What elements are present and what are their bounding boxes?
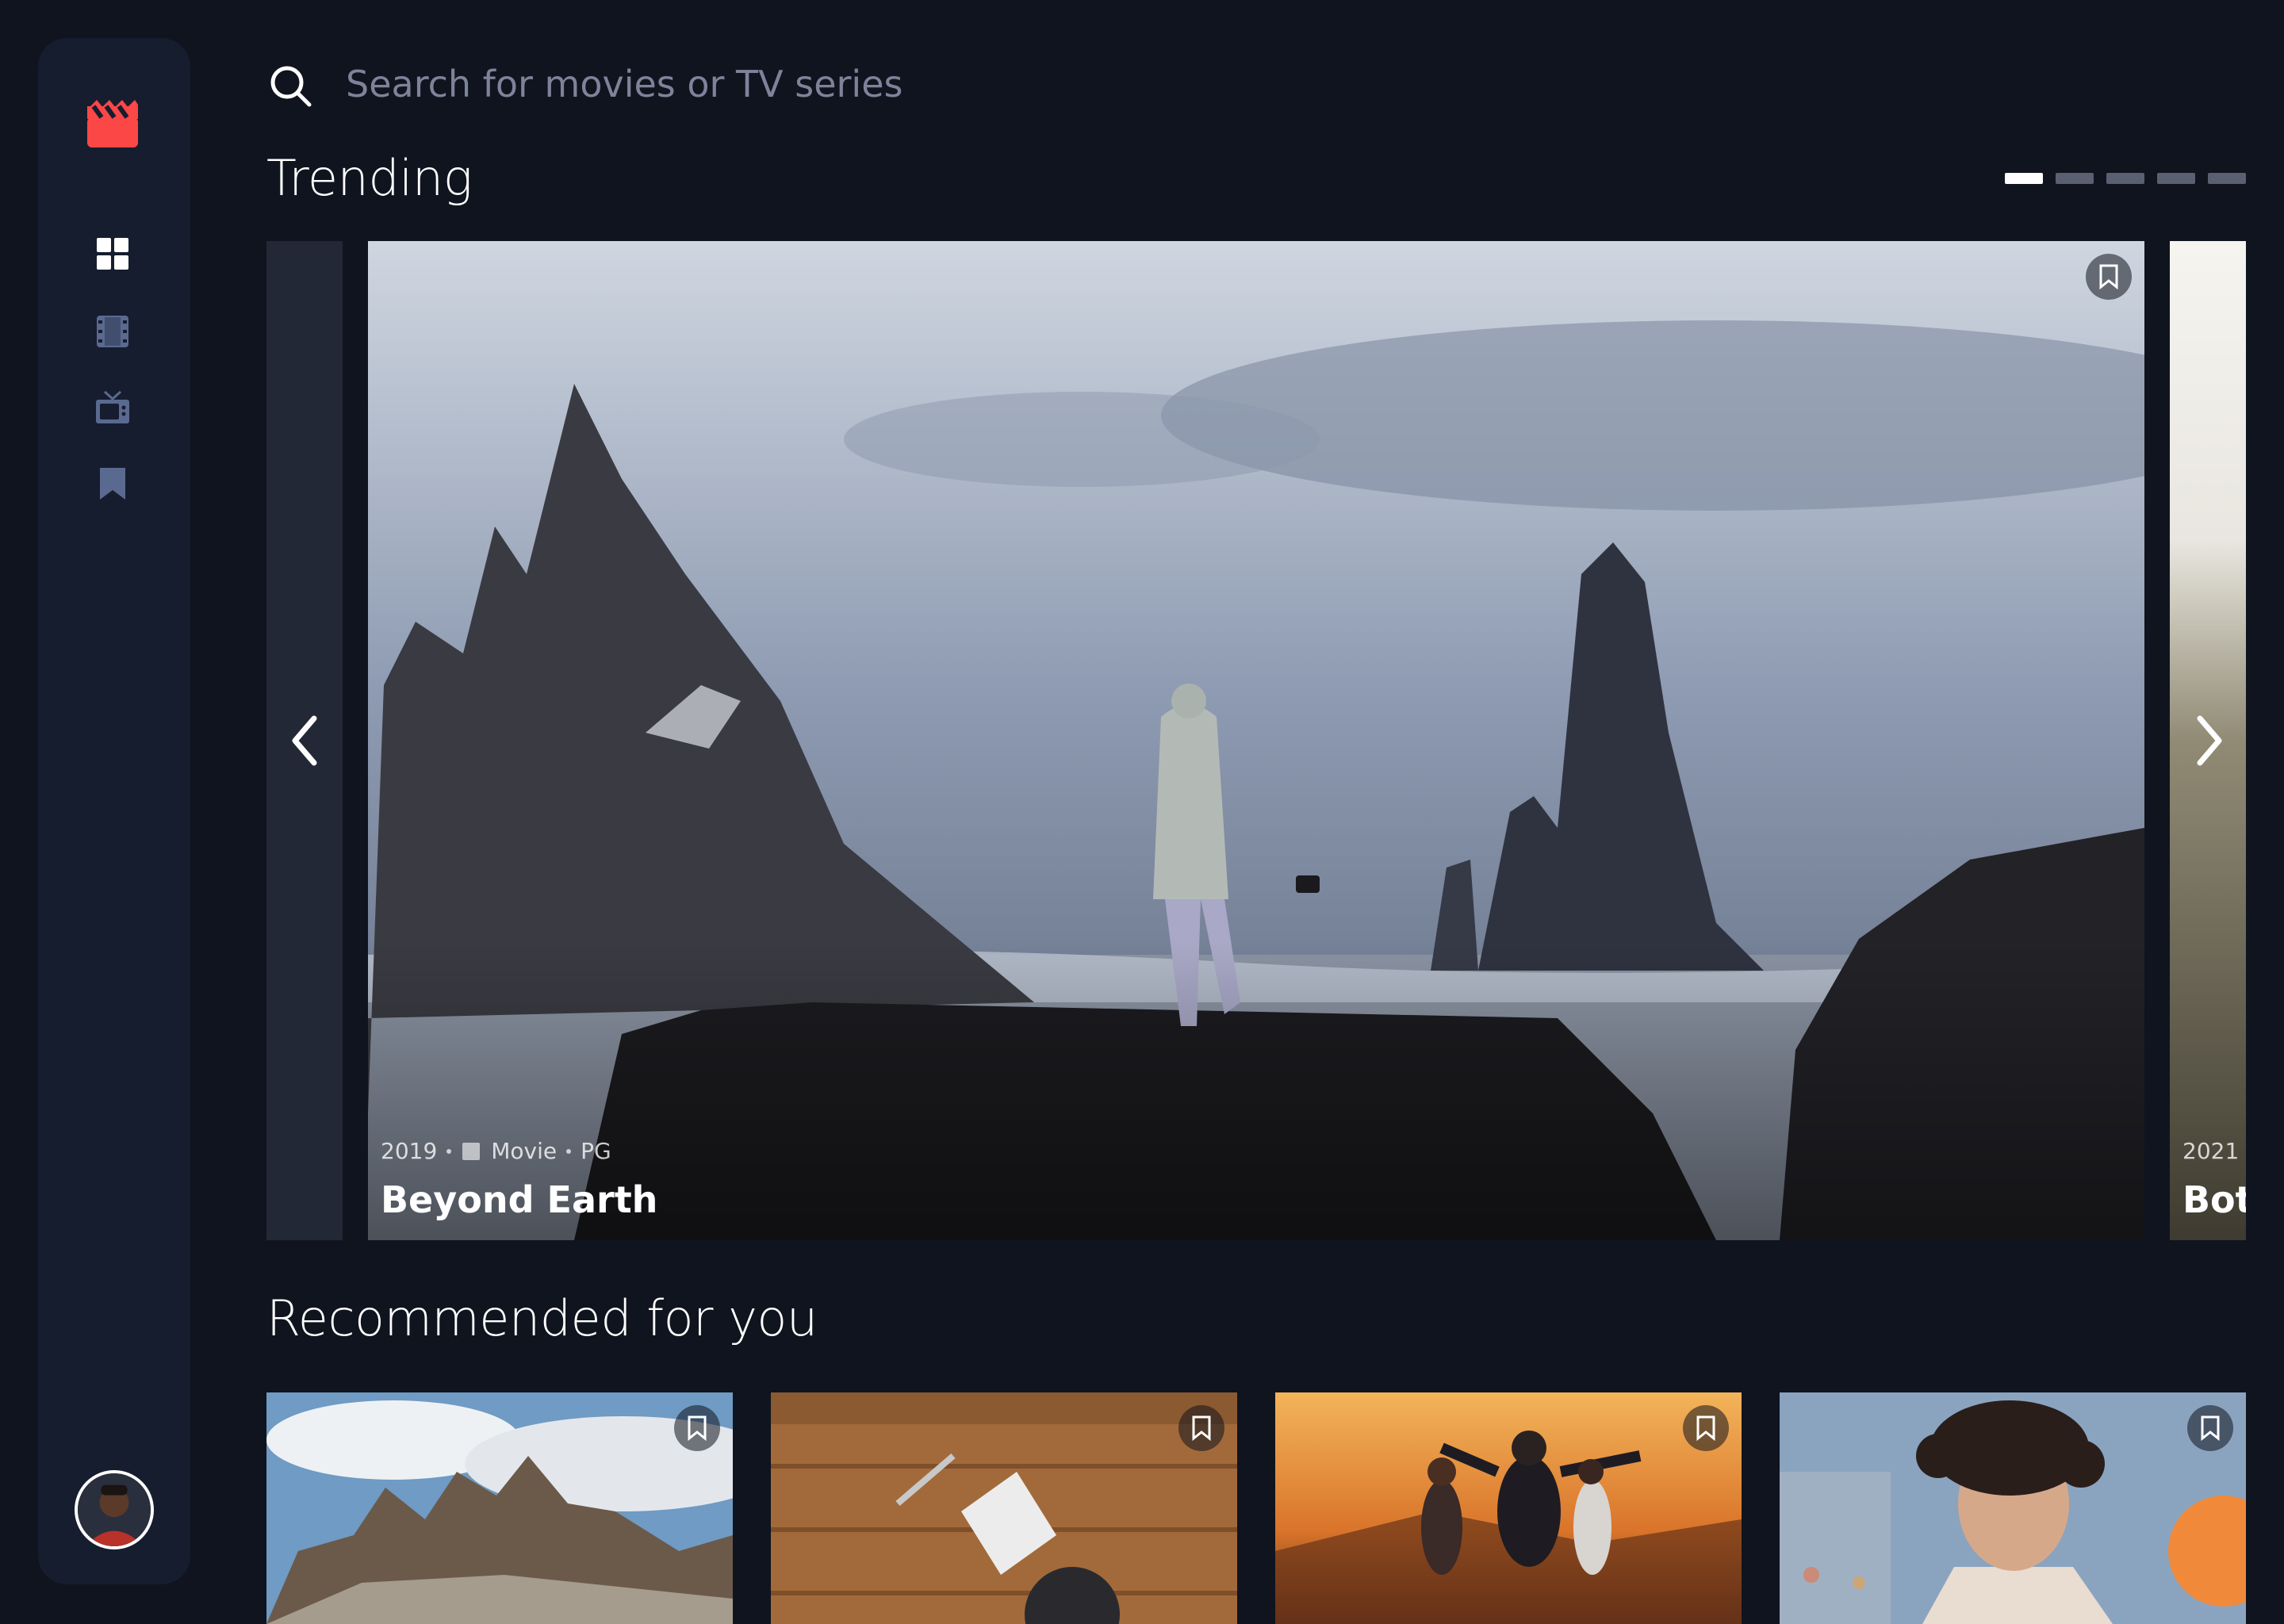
nav-tv[interactable] [94, 389, 132, 427]
bookmark-outline-icon [688, 1415, 707, 1441]
recommended-card-image [771, 1392, 1237, 1624]
card-title: Bot [2182, 1178, 2246, 1221]
recommended-card[interactable] [1780, 1392, 2246, 1624]
pagination-dot-4[interactable] [2157, 173, 2195, 184]
recommended-bookmark-button[interactable] [674, 1405, 720, 1451]
chevron-left-icon [292, 715, 317, 766]
recommended-card-image [1275, 1392, 1742, 1624]
meta-separator [446, 1148, 452, 1154]
card-title: Beyond Earth [381, 1178, 658, 1221]
bookmark-outline-icon [2099, 264, 2118, 289]
pagination-dot-5[interactable] [2208, 173, 2246, 184]
recommended-card[interactable] [266, 1392, 733, 1624]
movie-film-icon [97, 316, 128, 347]
trending-card-main[interactable]: 2019 Movie PG Beyond Earth [368, 241, 2144, 1240]
recommended-bookmark-button[interactable] [2187, 1405, 2233, 1451]
recommended-card-image [266, 1392, 733, 1624]
card-category: Movie [491, 1138, 558, 1164]
pagination-dot-2[interactable] [2056, 173, 2094, 184]
trending-bookmark-button[interactable] [2086, 254, 2132, 300]
recommended-bookmark-button[interactable] [1683, 1405, 1729, 1451]
recommended-card[interactable] [1275, 1392, 1742, 1624]
search-icon [270, 66, 312, 107]
carousel-prev-arrow[interactable] [281, 709, 328, 772]
recommended-title: Recommended for you [266, 1289, 818, 1347]
bookmark-outline-icon [2201, 1415, 2220, 1441]
chevron-right-icon [2197, 715, 2222, 766]
carousel-next-arrow[interactable] [2186, 709, 2233, 772]
card-rating: PG [581, 1138, 611, 1164]
recommended-card-image [1780, 1392, 2246, 1624]
tv-icon [96, 390, 129, 423]
nav-home[interactable] [94, 235, 132, 273]
card-year: 2021 [2182, 1138, 2240, 1164]
nav-bookmarks[interactable] [94, 465, 132, 503]
trending-card-meta: 2019 Movie PG [381, 1138, 611, 1164]
pagination-dot-3[interactable] [2106, 173, 2144, 184]
trending-card-image [368, 241, 2144, 1240]
app-root: Trending [0, 0, 2284, 1624]
home-grid-icon [97, 238, 128, 270]
pagination-dot-1[interactable] [2005, 173, 2043, 184]
recommended-bookmark-button[interactable] [1178, 1405, 1224, 1451]
bookmark-icon [100, 468, 125, 500]
movie-category-icon [462, 1142, 481, 1160]
nav-movies[interactable] [94, 312, 132, 350]
logo-icon[interactable] [87, 86, 138, 155]
bookmark-outline-icon [1696, 1415, 1715, 1441]
user-avatar[interactable] [75, 1470, 154, 1549]
bookmark-outline-icon [1192, 1415, 1211, 1441]
meta-separator [566, 1148, 572, 1154]
next-card-meta: 2021 [2182, 1138, 2239, 1164]
carousel-pagination [2005, 173, 2246, 184]
trending-title: Trending [266, 149, 473, 207]
card-year: 2019 [381, 1138, 438, 1164]
sidebar [38, 38, 190, 1584]
recommended-card[interactable] [771, 1392, 1237, 1624]
search-input[interactable] [346, 56, 1773, 113]
search-bar [266, 56, 1853, 113]
